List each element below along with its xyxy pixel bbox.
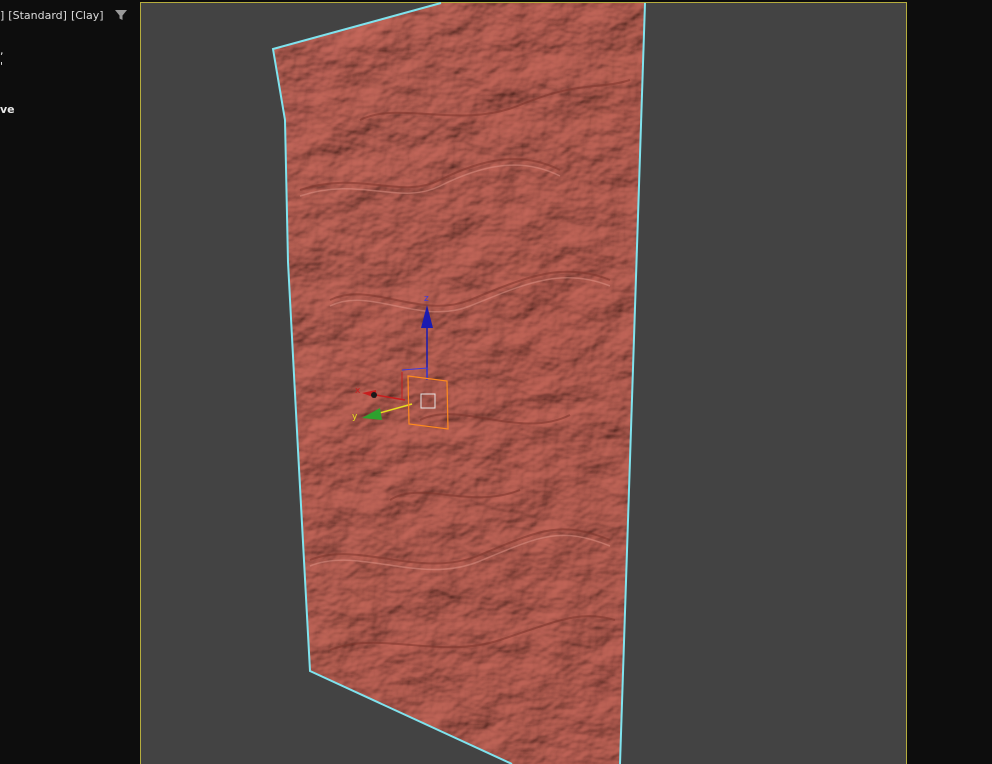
left-panel-item[interactable]: ve [0,103,15,116]
viewport-label[interactable]: ] [Standard] [Clay] [0,8,128,22]
x-axis-label: x [355,386,361,396]
max-workspace: z x y ] [Standard] [Clay] , ' ve [0,0,992,764]
rock-slab-mesh[interactable] [270,0,650,764]
viewport-label-bracket[interactable]: ] [0,9,4,22]
left-panel: ] [Standard] [Clay] , ' ve [0,0,140,764]
z-axis-label: z [424,294,429,304]
y-axis-label: y [352,412,358,422]
left-panel-item[interactable]: , [0,44,4,57]
viewport-scene[interactable]: z x y [0,0,992,764]
filter-icon[interactable] [114,8,128,22]
viewport-shading-clay[interactable]: [Clay] [71,9,104,22]
left-panel-item[interactable]: ' [0,60,3,73]
viewport-shading-standard[interactable]: [Standard] [8,9,67,22]
